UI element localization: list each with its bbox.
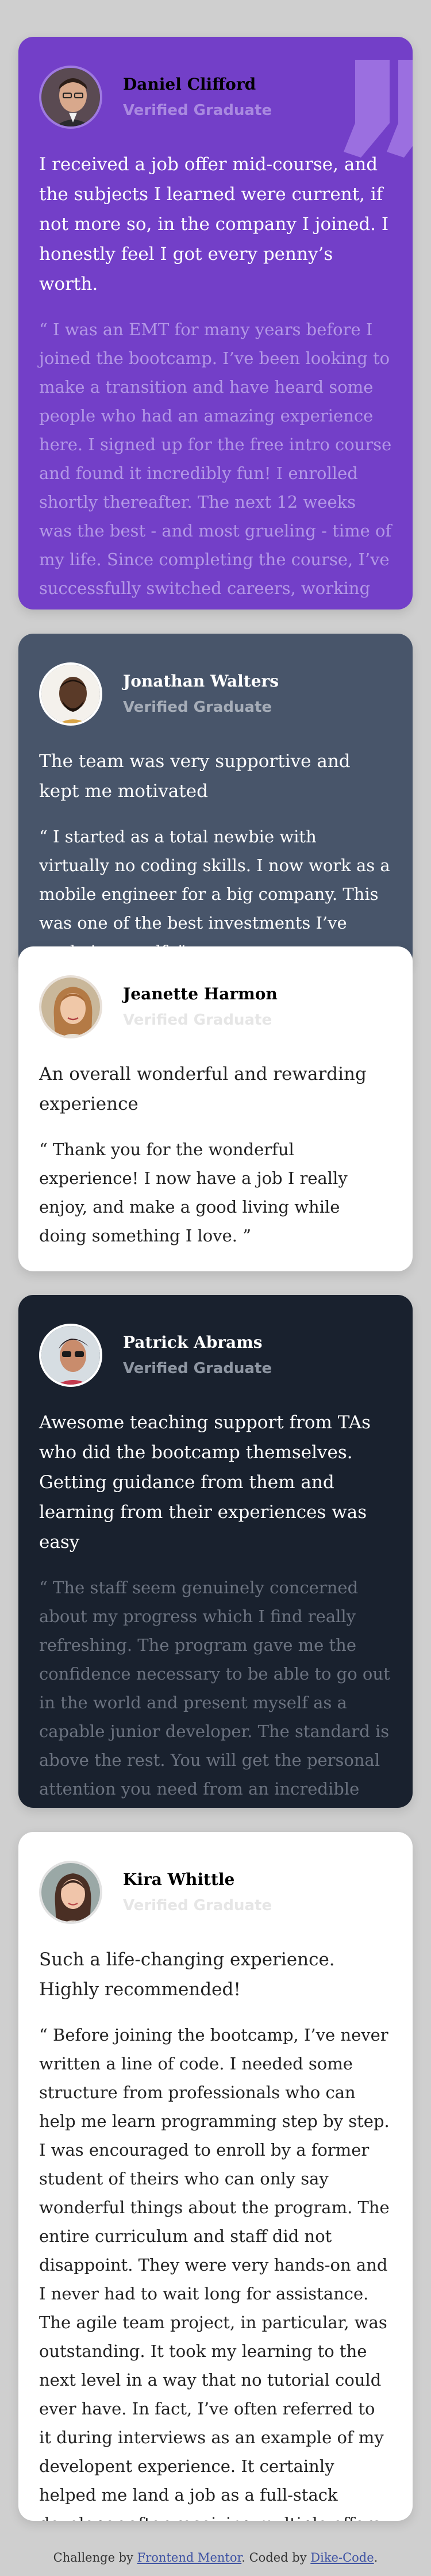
- author-role: Verified Graduate: [123, 699, 272, 716]
- testimonial-summary: The team was very supportive and kept me…: [39, 751, 351, 802]
- author-role: Verified Graduate: [123, 102, 272, 119]
- testimonial-body: “ Thank you for the wonderful experience…: [39, 1140, 348, 1245]
- author-role: Verified Graduate: [123, 1897, 272, 1914]
- card-header: Kira Whittle Verified Graduate: [39, 1861, 392, 1924]
- attribution-suffix: .: [374, 2551, 378, 2564]
- testimonial-body: “ The staff seem genuinely concerned abo…: [39, 1578, 390, 1799]
- testimonial-summary: Such a life-changing experience. Highly …: [39, 1949, 335, 2000]
- testimonial-body: “ Before joining the bootcamp, I’ve neve…: [39, 2025, 390, 2521]
- attribution: Challenge by Frontend Mentor. Coded by D…: [0, 2551, 431, 2564]
- testimonial-body: “ I started as a total newbie with virtu…: [39, 827, 390, 961]
- avatar: [39, 662, 102, 726]
- attribution-prefix: Challenge by: [53, 2551, 137, 2564]
- card-header: Daniel Clifford Verified Graduate: [39, 66, 392, 129]
- frontend-mentor-link[interactable]: Frontend Mentor: [137, 2551, 242, 2564]
- author-name: Kira Whittle: [123, 1870, 235, 1889]
- card-header: Jeanette Harmon Verified Graduate: [39, 975, 392, 1038]
- testimonial-card-jeanette: Jeanette Harmon Verified Graduate An ove…: [18, 946, 413, 1271]
- avatar: [39, 1861, 102, 1924]
- avatar: [39, 66, 102, 129]
- testimonial-summary: I received a job offer mid-course, and t…: [39, 154, 389, 294]
- avatar: [39, 975, 102, 1038]
- testimonial-body: “ I was an EMT for many years before I j…: [39, 320, 392, 610]
- testimonial-card-patrick: Patrick Abrams Verified Graduate Awesome…: [18, 1295, 413, 1808]
- testimonial-summary: An overall wonderful and rewarding exper…: [39, 1064, 367, 1114]
- author-name: Daniel Clifford: [123, 75, 256, 94]
- author-role: Verified Graduate: [123, 1360, 272, 1377]
- author-name: Jonathan Walters: [123, 672, 279, 691]
- testimonial-summary: Awesome teaching support from TAs who di…: [39, 1412, 371, 1552]
- card-header: Jonathan Walters Verified Graduate: [39, 662, 392, 726]
- testimonial-card-daniel: Daniel Clifford Verified Graduate I rece…: [18, 37, 413, 610]
- testimonial-card-kira: Kira Whittle Verified Graduate Such a li…: [18, 1832, 413, 2521]
- card-header: Patrick Abrams Verified Graduate: [39, 1324, 392, 1387]
- author-name: Patrick Abrams: [123, 1333, 263, 1352]
- author-name: Jeanette Harmon: [123, 984, 278, 1003]
- avatar: [39, 1324, 102, 1387]
- author-role: Verified Graduate: [123, 1011, 272, 1029]
- testimonial-card-jonathan: Jonathan Walters Verified Graduate The t…: [18, 634, 413, 969]
- author-link[interactable]: Dike-Code: [310, 2551, 374, 2564]
- attribution-middle: . Coded by: [241, 2551, 311, 2564]
